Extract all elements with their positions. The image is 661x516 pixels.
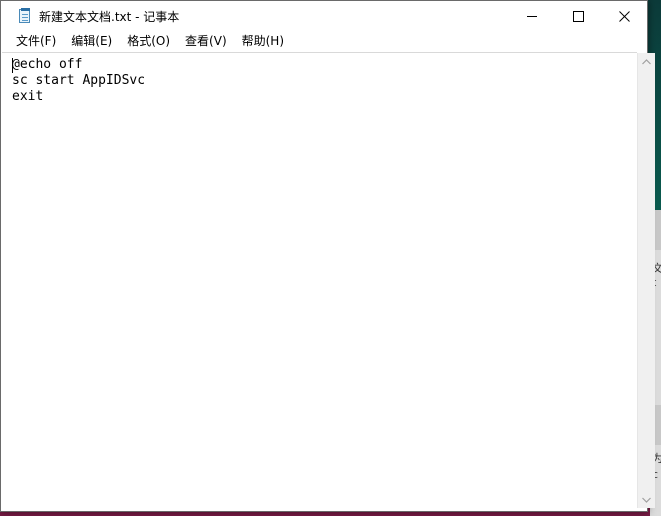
text-editor[interactable]: @echo off sc start AppIDSvc exit bbox=[2, 52, 637, 510]
notepad-icon[interactable] bbox=[17, 8, 33, 24]
minimize-button[interactable] bbox=[509, 1, 555, 31]
editor-content[interactable]: @echo off sc start AppIDSvc exit bbox=[2, 53, 637, 105]
menu-file[interactable]: 文件(F) bbox=[10, 31, 62, 52]
scroll-down-button[interactable] bbox=[638, 491, 655, 508]
close-button[interactable] bbox=[601, 1, 647, 31]
text-caret bbox=[12, 58, 13, 73]
chevron-up-icon bbox=[642, 58, 651, 64]
window-title: 新建文本文档.txt - 记事本 bbox=[39, 9, 180, 24]
vertical-scrollbar[interactable] bbox=[637, 53, 655, 508]
chevron-down-icon bbox=[642, 497, 651, 503]
minimize-icon bbox=[527, 15, 537, 17]
menu-format[interactable]: 格式(O) bbox=[121, 31, 176, 52]
title-bar[interactable]: 新建文本文档.txt - 记事本 bbox=[1, 1, 647, 31]
notepad-window: 新建文本文档.txt - 记事本 文件(F) 编辑(E) 格式(O) 查看(V)… bbox=[0, 0, 655, 512]
menu-edit[interactable]: 编辑(E) bbox=[65, 31, 118, 52]
maximize-button[interactable] bbox=[555, 1, 601, 31]
close-icon bbox=[618, 10, 630, 22]
menu-help[interactable]: 帮助(H) bbox=[236, 31, 290, 52]
menu-view[interactable]: 查看(V) bbox=[179, 31, 233, 52]
scroll-up-button[interactable] bbox=[638, 53, 655, 70]
menu-bar: 文件(F) 编辑(E) 格式(O) 查看(V) 帮助(H) bbox=[1, 31, 647, 52]
maximize-icon bbox=[572, 10, 584, 22]
